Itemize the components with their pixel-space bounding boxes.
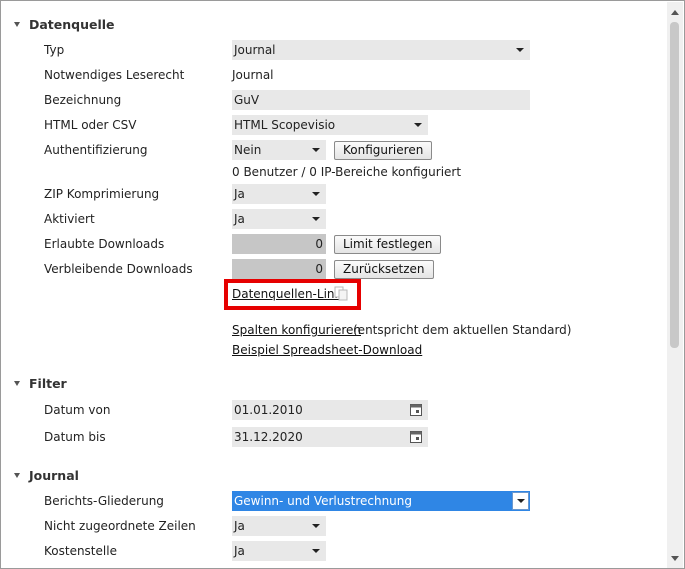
section-datenquelle-title: Datenquelle [29,17,115,32]
datum-bis-value: 31.12.2020 [234,430,303,444]
beispiel-download-link[interactable]: Beispiel Spreadsheet-Download [232,343,422,357]
aktiviert-value: Ja [234,212,245,226]
nicht-zugeordnet-select[interactable]: Ja [232,516,326,536]
chevron-down-icon[interactable] [312,524,320,528]
section-journal-title: Journal [29,468,79,483]
zip-value: Ja [234,187,245,201]
nicht-zugeordnet-label: Nicht zugeordnete Zeilen [44,519,196,533]
datum-bis-label: Datum bis [44,430,106,444]
chevron-down-icon[interactable] [312,549,320,553]
format-label: HTML oder CSV [44,118,137,132]
zuruecksetzen-button[interactable]: Zurücksetzen [334,260,434,279]
section-journal[interactable]: Journal [14,468,79,483]
chevron-down-icon[interactable] [312,192,320,196]
bezeichnung-label: Bezeichnung [44,93,122,107]
section-filter-title: Filter [29,376,67,391]
gliederung-select[interactable]: Gewinn- und Verlustrechnung [232,491,530,511]
auth-info: 0 Benutzer / 0 IP-Bereiche konfiguriert [232,165,462,179]
leserecht-value: Journal [232,68,274,82]
auth-value: Nein [234,143,262,157]
datum-von-value: 01.01.2010 [234,403,303,417]
chevron-down-icon[interactable] [516,48,524,52]
bezeichnung-value: GuV [234,93,260,107]
kostenstelle-value: Ja [234,544,245,558]
typ-value: Journal [234,43,276,57]
aktiviert-select[interactable]: Ja [232,209,326,229]
datenquellen-link[interactable]: Datenquellen-Link [232,287,341,301]
aktiviert-label: Aktiviert [44,212,95,226]
gliederung-value: Gewinn- und Verlustrechnung [234,494,413,508]
form-panel: Datenquelle Typ Journal Notwendiges Lese… [0,0,685,569]
nicht-zugeordnet-value: Ja [234,519,245,533]
scroll-thumb[interactable] [670,22,679,348]
kostenstelle-select[interactable]: Ja [232,541,326,561]
chevron-down-icon[interactable] [512,492,529,510]
collapse-triangle-icon[interactable] [14,381,20,386]
datum-von-input[interactable]: 01.01.2010 [232,400,428,420]
auth-label: Authentifizierung [44,143,148,157]
verbleibende-downloads-field: 0 [232,259,326,279]
vertical-scrollbar[interactable] [667,2,683,568]
datum-bis-input[interactable]: 31.12.2020 [232,427,428,447]
format-value: HTML Scopevisio [234,118,336,132]
zip-select[interactable]: Ja [232,184,326,204]
scroll-down-icon[interactable] [667,550,683,566]
limit-festlegen-button[interactable]: Limit festlegen [334,235,442,254]
section-datenquelle[interactable]: Datenquelle [14,17,115,32]
format-select[interactable]: HTML Scopevisio [232,115,428,135]
spalten-note: (entspricht dem aktuellen Standard) [353,323,572,337]
collapse-triangle-icon[interactable] [14,473,20,478]
erlaubte-downloads-field: 0 [232,234,326,254]
bezeichnung-input[interactable]: GuV [232,90,530,110]
calendar-icon[interactable] [410,431,422,443]
gliederung-label: Berichts-Gliederung [44,494,164,508]
konfigurieren-button[interactable]: Konfigurieren [334,141,433,160]
datum-von-label: Datum von [44,403,111,417]
scroll-up-icon[interactable] [667,4,683,20]
erlaubte-label: Erlaubte Downloads [44,237,165,251]
kostenstelle-label: Kostenstelle [44,544,117,558]
zip-label: ZIP Komprimierung [44,187,160,201]
leserecht-label: Notwendiges Leserecht [44,68,185,82]
collapse-triangle-icon[interactable] [14,22,20,27]
auth-select[interactable]: Nein [232,140,326,160]
calendar-icon[interactable] [410,404,422,416]
typ-select[interactable]: Journal [232,40,530,60]
typ-label: Typ [44,43,65,57]
chevron-down-icon[interactable] [312,148,320,152]
chevron-down-icon[interactable] [312,217,320,221]
chevron-down-icon[interactable] [414,123,422,127]
section-filter[interactable]: Filter [14,376,67,391]
spalten-konfigurieren-link[interactable]: Spalten konfigurieren [232,323,361,337]
copy-icon[interactable] [334,286,348,301]
verbleibende-label: Verbleibende Downloads [44,262,193,276]
